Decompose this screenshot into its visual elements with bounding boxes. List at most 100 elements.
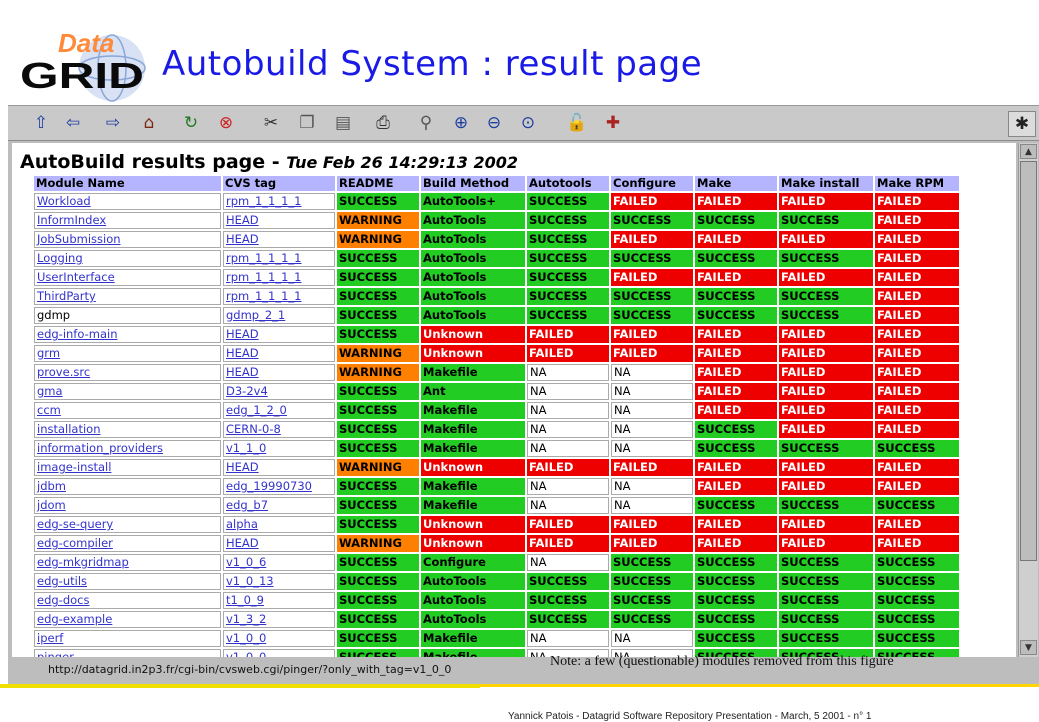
cvs-tag-link[interactable]: HEAD <box>223 345 335 362</box>
module-name-link[interactable]: UserInterface <box>34 269 221 286</box>
status-cell: SUCCESS <box>875 573 959 590</box>
status-cell: SUCCESS <box>527 193 609 210</box>
cvs-tag-link[interactable]: HEAD <box>223 212 335 229</box>
cvs-tag-link[interactable]: edg_b7 <box>223 497 335 514</box>
module-name-link[interactable]: edg-compiler <box>34 535 221 552</box>
status-cell: SUCCESS <box>779 288 873 305</box>
forward-icon[interactable]: ⇨ <box>100 111 126 135</box>
status-cell: FAILED <box>779 193 873 210</box>
up-icon[interactable]: ⇧ <box>28 111 54 135</box>
zoom-in-icon[interactable]: ⊕ <box>448 111 474 135</box>
cvs-tag-link[interactable]: HEAD <box>223 535 335 552</box>
status-cell: SUCCESS <box>611 212 693 229</box>
module-name-link[interactable]: ThirdParty <box>34 288 221 305</box>
status-cell: FAILED <box>779 269 873 286</box>
status-cell: SUCCESS <box>779 630 873 647</box>
cvs-tag-link[interactable]: D3-2v4 <box>223 383 335 400</box>
cvs-tag-link[interactable]: rpm_1_1_1_1 <box>223 250 335 267</box>
module-name-link[interactable]: edg-mkgridmap <box>34 554 221 571</box>
page-heading: AutoBuild results page - Tue Feb 26 14:2… <box>20 151 518 173</box>
cvs-tag-link[interactable]: rpm_1_1_1_1 <box>223 288 335 305</box>
cvs-tag-link[interactable]: gdmp_2_1 <box>223 307 335 324</box>
stop-icon[interactable]: ⊗ <box>213 111 239 135</box>
scroll-down-icon[interactable]: ▼ <box>1020 640 1037 655</box>
cvs-tag-link[interactable]: v1_1_0 <box>223 440 335 457</box>
cvs-tag-link[interactable]: rpm_1_1_1_1 <box>223 193 335 210</box>
module-name-link[interactable]: image-install <box>34 459 221 476</box>
status-cell: SUCCESS <box>695 288 777 305</box>
cvs-tag-link[interactable]: edg_1_2_0 <box>223 402 335 419</box>
paste-icon[interactable]: ▤ <box>330 111 356 135</box>
module-name-link[interactable]: Workload <box>34 193 221 210</box>
table-row: ThirdParty rpm_1_1_1_1 SUCCESS AutoTools SUC… <box>34 288 959 305</box>
module-name-link[interactable]: edg-example <box>34 611 221 628</box>
build-method-cell: Configure <box>421 554 525 571</box>
reload-icon[interactable]: ↻ <box>178 111 204 135</box>
cvs-tag-link[interactable]: HEAD <box>223 326 335 343</box>
cvs-tag-link[interactable]: rpm_1_1_1_1 <box>223 269 335 286</box>
module-name-link[interactable]: iperf <box>34 630 221 647</box>
status-cell: SUCCESS <box>695 554 777 571</box>
print-icon[interactable]: ⎙ <box>370 111 396 135</box>
module-name-link[interactable]: InformIndex <box>34 212 221 229</box>
module-name-link[interactable]: prove.src <box>34 364 221 381</box>
module-name-link[interactable]: information_providers <box>34 440 221 457</box>
back-icon[interactable]: ⇦ <box>60 111 86 135</box>
status-cell: FAILED <box>527 459 609 476</box>
find-icon[interactable]: ⚲ <box>413 111 439 135</box>
status-cell: SUCCESS <box>695 611 777 628</box>
scrollbar-thumb[interactable] <box>1020 161 1037 561</box>
table-row: information_providers v1_1_0 SUCCESS Makefi… <box>34 440 959 457</box>
module-name-link[interactable]: edg-utils <box>34 573 221 590</box>
module-name-link[interactable]: pinger <box>34 649 221 657</box>
vertical-scrollbar[interactable]: ▲ ▼ <box>1018 143 1038 657</box>
module-name-link[interactable]: jdom <box>34 497 221 514</box>
zoom-reset-icon[interactable]: ⊙ <box>515 111 541 135</box>
status-cell: NA <box>527 478 609 495</box>
column-header: Make <box>695 176 777 191</box>
menu-gear-icon[interactable]: ✱ <box>1008 111 1036 137</box>
cvs-tag-link[interactable]: v1_0_6 <box>223 554 335 571</box>
scroll-up-icon[interactable]: ▲ <box>1020 144 1037 159</box>
cvs-tag-link[interactable]: HEAD <box>223 231 335 248</box>
cvs-tag-link[interactable]: v1_3_2 <box>223 611 335 628</box>
status-cell: SUCCESS <box>611 307 693 324</box>
status-cell: SUCCESS <box>337 478 419 495</box>
module-name-link[interactable]: Logging <box>34 250 221 267</box>
module-name-link[interactable]: jdbm <box>34 478 221 495</box>
module-name-link[interactable]: ccm <box>34 402 221 419</box>
build-method-cell: Unknown <box>421 345 525 362</box>
logo-text-top: Data <box>58 28 114 58</box>
cvs-tag-link[interactable]: v1_0_0 <box>223 649 335 657</box>
cvs-tag-link[interactable]: t1_0_9 <box>223 592 335 609</box>
table-row: InformIndex HEAD WARNING AutoTools SUCCESS SU… <box>34 212 959 229</box>
module-name-link[interactable]: gma <box>34 383 221 400</box>
cvs-tag-link[interactable]: v1_0_13 <box>223 573 335 590</box>
status-cell: SUCCESS <box>527 269 609 286</box>
copy-icon[interactable]: ❐ <box>294 111 320 135</box>
cvs-tag-link[interactable]: HEAD <box>223 459 335 476</box>
status-cell: FAILED <box>875 288 959 305</box>
module-name-link[interactable]: grm <box>34 345 221 362</box>
zoom-out-icon[interactable]: ⊖ <box>481 111 507 135</box>
cvs-tag-link[interactable]: HEAD <box>223 364 335 381</box>
cut-icon[interactable]: ✂ <box>258 111 284 135</box>
module-name-link[interactable]: installation <box>34 421 221 438</box>
module-name-link[interactable]: JobSubmission <box>34 231 221 248</box>
security-icon[interactable]: 🔓 <box>564 111 590 135</box>
footer-accent <box>0 684 480 688</box>
module-name-link[interactable]: edg-info-main <box>34 326 221 343</box>
status-cell: SUCCESS <box>695 250 777 267</box>
cvs-tag-link[interactable]: v1_0_0 <box>223 630 335 647</box>
slide-footer: Yannick Patois - Datagrid Software Repos… <box>508 711 872 722</box>
table-row: edg-se-query alpha SUCCESS Unknown FAILED FAI… <box>34 516 959 533</box>
cvs-tag-link[interactable]: edg_19990730 <box>223 478 335 495</box>
cvs-tag-link[interactable]: alpha <box>223 516 335 533</box>
home-icon[interactable]: ⌂ <box>136 111 162 135</box>
cvs-tag-link[interactable]: CERN-0-8 <box>223 421 335 438</box>
build-method-cell: Makefile <box>421 630 525 647</box>
status-cell: NA <box>527 421 609 438</box>
preferences-icon[interactable]: ✚ <box>600 111 626 135</box>
module-name-link[interactable]: edg-se-query <box>34 516 221 533</box>
module-name-link[interactable]: edg-docs <box>34 592 221 609</box>
